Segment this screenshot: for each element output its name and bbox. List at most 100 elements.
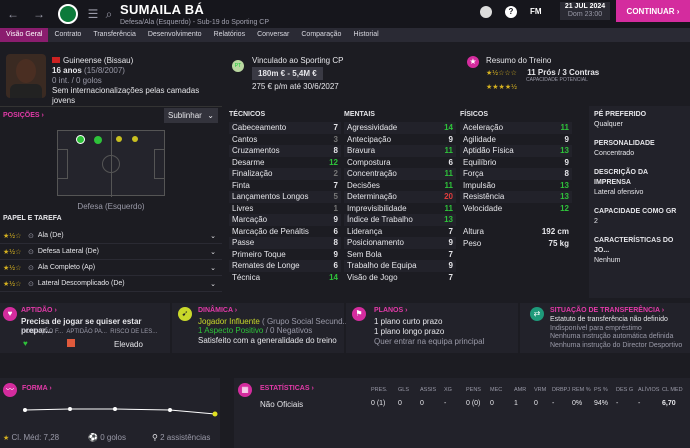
tab-contract[interactable]: Contrato: [48, 28, 87, 42]
attribute-row[interactable]: Primeiro Toque 9: [229, 249, 341, 261]
position-dot-wbl[interactable]: [94, 136, 102, 144]
role-row[interactable]: ★½☆ ⊙ Ala Completo (Ap) ⌄: [0, 260, 222, 276]
attribute-row[interactable]: Livres 1: [229, 203, 341, 215]
attribute-row[interactable]: Agilidade 9: [460, 134, 572, 146]
transfer-card[interactable]: ⇄ SITUAÇÃO DE TRANSFERÊNCIA › Estatuto d…: [520, 303, 690, 353]
tab-transfer[interactable]: Transferência: [87, 28, 142, 42]
attribute-row[interactable]: Finta 7: [229, 180, 341, 192]
tab-overview[interactable]: Visão Geral: [0, 28, 49, 42]
stats-header[interactable]: REM %: [572, 387, 591, 393]
chevron-down-icon[interactable]: ⌄: [210, 248, 216, 256]
fitness-title[interactable]: APTIDÃO ›: [21, 307, 57, 314]
attribute-row[interactable]: Cantos 3: [229, 134, 341, 146]
position-dot-dl[interactable]: [76, 135, 85, 144]
stats-header[interactable]: MEC: [490, 387, 502, 393]
help-icon[interactable]: ?: [505, 6, 517, 18]
role-row[interactable]: ★½☆ ⊙ Ala (De) ⌄: [0, 228, 222, 244]
forward-icon[interactable]: →: [26, 0, 52, 28]
attribute-row[interactable]: Técnica 14: [229, 272, 341, 284]
form-card[interactable]: 〰 FORMA › ★ Cl. Méd: 7,28 ⚽ 0 golos ⚲ 2 …: [0, 378, 220, 448]
attribute-row[interactable]: Imprevisibilidade 11: [344, 203, 456, 215]
attribute-row[interactable]: Velocidade 12: [460, 203, 572, 215]
menu-icon[interactable]: ☰: [84, 0, 102, 28]
value-range[interactable]: 180m € - 5,4M €: [252, 67, 323, 80]
stats-card[interactable]: ▦ ESTATÍSTICAS › PRES. GLS ASSIS XG PENS MEC A…: [234, 378, 690, 448]
attribute-row[interactable]: Marcação de Penáltis 6: [229, 226, 341, 238]
stats-header[interactable]: ALÍVIOS: [638, 387, 659, 393]
attribute-row[interactable]: Bravura 11: [344, 145, 456, 157]
continue-button[interactable]: CONTINUAR ›: [616, 0, 690, 22]
attribute-row[interactable]: Trabalho de Equipa 9: [344, 260, 456, 272]
tab-compare[interactable]: Comparação: [295, 28, 347, 42]
plans-card[interactable]: ⚑ PLANOS › 1 plano curto prazo 1 plano l…: [346, 303, 518, 353]
stats-header[interactable]: DRBPJ: [552, 387, 570, 393]
ball-icon[interactable]: [480, 6, 492, 18]
attribute-row[interactable]: Posicionamento 9: [344, 237, 456, 249]
tab-talk[interactable]: Conversar: [251, 28, 295, 42]
attribute-row[interactable]: Aceleração 11: [460, 122, 572, 134]
chevron-down-icon[interactable]: ⌄: [210, 264, 216, 272]
attribute-value: 13: [560, 146, 569, 156]
tab-development[interactable]: Desenvolvimento: [142, 28, 208, 42]
tab-history[interactable]: Historial: [347, 28, 384, 42]
stats-header[interactable]: VRM: [534, 387, 546, 393]
stats-header[interactable]: PENS: [466, 387, 481, 393]
attribute-row[interactable]: Agressividade 14: [344, 122, 456, 134]
attribute-row[interactable]: Cruzamentos 8: [229, 145, 341, 157]
youth-caps: Sem internacionalizações pelas camadas j…: [52, 86, 200, 105]
dynamics-card[interactable]: ➹ DINÂMICA › Jogador Influente ( Grupo S…: [172, 303, 349, 353]
stats-header[interactable]: XG: [444, 387, 452, 393]
attribute-row[interactable]: Concentração 11: [344, 168, 456, 180]
attribute-row[interactable]: Desarme 12: [229, 157, 341, 169]
tab-reports[interactable]: Relatórios: [208, 28, 252, 42]
attribute-row[interactable]: Aptidão Física 13: [460, 145, 572, 157]
attribute-row[interactable]: Antecipação 9: [344, 134, 456, 146]
attribute-row[interactable]: Índice de Trabalho 13: [344, 214, 456, 226]
attribute-value: 12: [329, 157, 338, 167]
attribute-row[interactable]: Passe 8: [229, 237, 341, 249]
attribute-row[interactable]: Cabeceamento 7: [229, 122, 341, 134]
stats-header[interactable]: AMR: [514, 387, 526, 393]
attribute-row[interactable]: Visão de Jogo 7: [344, 272, 456, 284]
attribute-row[interactable]: Sem Bola 7: [344, 249, 456, 261]
chevron-down-icon[interactable]: ⌄: [210, 232, 216, 240]
stats-header[interactable]: PS %: [594, 387, 608, 393]
attribute-row[interactable]: Força 8: [460, 168, 572, 180]
attribute-row[interactable]: Remates de Longe 6: [229, 260, 341, 272]
attribute-row[interactable]: Marcação 9: [229, 214, 341, 226]
attribute-row[interactable]: Decisões 11: [344, 180, 456, 192]
attribute-row[interactable]: Impulsão 13: [460, 180, 572, 192]
highlight-dropdown[interactable]: Sublinhar ⌄: [164, 108, 218, 123]
form-title[interactable]: FORMA ›: [22, 385, 52, 392]
position-dot-ml[interactable]: [116, 136, 122, 142]
fm-logo[interactable]: FM: [530, 7, 542, 16]
transfer-title[interactable]: SITUAÇÃO DE TRANSFERÊNCIA ›: [550, 307, 664, 314]
position-dot-aml[interactable]: [132, 136, 138, 142]
chevron-down-icon[interactable]: ⌄: [210, 280, 216, 288]
stats-header[interactable]: CL MED: [662, 387, 683, 393]
role-name: Lateral Descomplicado (De): [37, 280, 125, 287]
positions-title[interactable]: POSIÇÕES ›: [3, 112, 44, 119]
attribute-row[interactable]: Finalização 2: [229, 168, 341, 180]
stats-header[interactable]: DES G: [616, 387, 633, 393]
attribute-row[interactable]: Liderança 7: [344, 226, 456, 238]
attribute-row[interactable]: Determinação 20: [344, 191, 456, 203]
stats-header[interactable]: GLS: [398, 387, 409, 393]
club-crest-icon[interactable]: [58, 4, 78, 24]
game-date[interactable]: 21 JUL 2024 Dom 23:00: [560, 2, 610, 20]
dynamics-title[interactable]: DINÂMICA ›: [198, 307, 237, 314]
search-icon[interactable]: ⌕: [102, 0, 116, 28]
stats-cell: 6,70: [662, 400, 676, 407]
plans-title[interactable]: PLANOS ›: [374, 307, 407, 314]
role-row[interactable]: ★½☆ ⊙ Lateral Descomplicado (De) ⌄: [0, 276, 222, 292]
fitness-card[interactable]: ♥ APTIDÃO › Precisa de jogar se quiser e…: [0, 303, 170, 353]
role-row[interactable]: ★½☆ ⊙ Defesa Lateral (De) ⌄: [0, 244, 222, 260]
stats-header[interactable]: PRES.: [371, 387, 388, 393]
attribute-row[interactable]: Lançamentos Longos 5: [229, 191, 341, 203]
attribute-row[interactable]: Resistência 13: [460, 191, 572, 203]
back-icon[interactable]: ←: [0, 0, 26, 28]
stats-header[interactable]: ASSIS: [420, 387, 436, 393]
attribute-row[interactable]: Compostura 6: [344, 157, 456, 169]
role-name: Defesa Lateral (De): [37, 248, 99, 255]
attribute-row[interactable]: Equilíbrio 9: [460, 157, 572, 169]
